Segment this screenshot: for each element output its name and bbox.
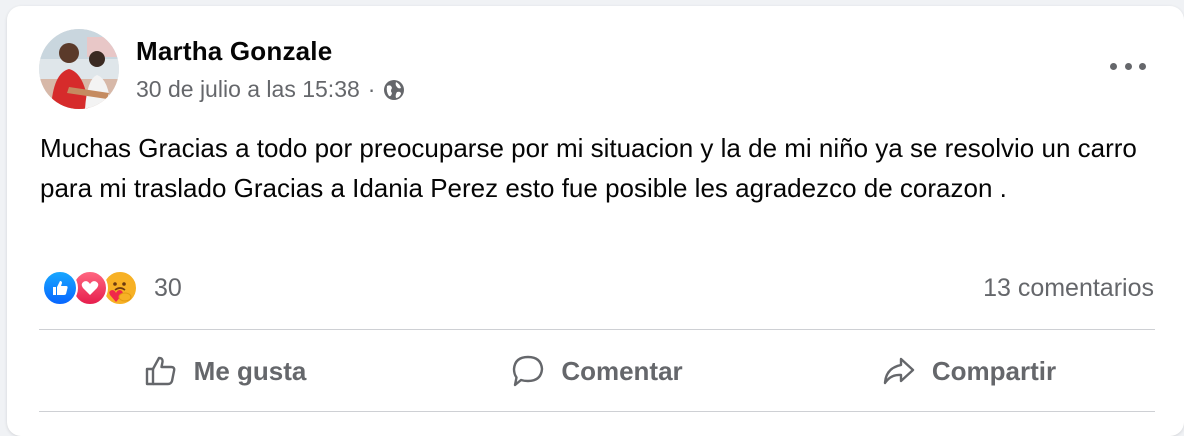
post-card: Martha Gonzale 30 de julio a las 15:38 ·…: [7, 6, 1184, 436]
like-button[interactable]: Me gusta: [39, 332, 411, 410]
post-meta: 30 de julio a las 15:38 ·: [136, 76, 405, 103]
post-timestamp[interactable]: 30 de julio a las 15:38: [136, 76, 360, 103]
globe-icon[interactable]: [383, 79, 405, 101]
thumbs-up-icon: [145, 356, 176, 386]
reaction-count[interactable]: 30: [154, 274, 182, 303]
comment-button[interactable]: Comentar: [411, 332, 783, 410]
more-dot: [1139, 62, 1146, 70]
author-name[interactable]: Martha Gonzale: [136, 36, 332, 67]
comment-label: Comentar: [561, 355, 683, 386]
share-button[interactable]: Compartir: [783, 332, 1155, 410]
post-actions: Me gusta Comentar Compartir: [39, 332, 1155, 410]
more-dot: [1124, 62, 1132, 70]
more-dot: [1110, 62, 1117, 70]
comments-count[interactable]: 13 comentarios: [983, 274, 1154, 303]
reactions-summary[interactable]: 30: [42, 270, 182, 306]
comment-icon: [513, 355, 544, 387]
meta-separator: ·: [367, 76, 376, 102]
like-icon: [42, 270, 78, 306]
share-icon: [883, 357, 915, 385]
like-label: Me gusta: [193, 355, 307, 386]
more-options-button[interactable]: [1110, 54, 1146, 78]
divider-top: [39, 329, 1155, 330]
divider-bottom: [39, 411, 1155, 412]
post-body: Muchas Gracias a todo por preocuparse po…: [40, 133, 1137, 203]
author-avatar[interactable]: [39, 29, 119, 109]
share-label: Compartir: [931, 355, 1057, 386]
